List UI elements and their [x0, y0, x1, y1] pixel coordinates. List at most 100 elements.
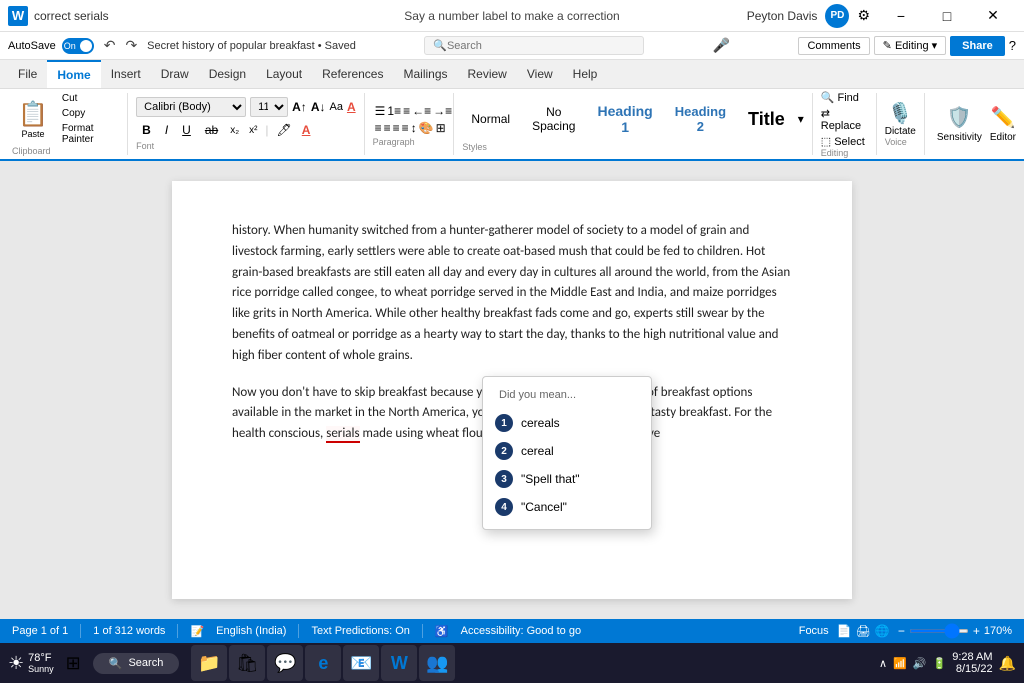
multilevel-button[interactable]: ≡	[403, 104, 410, 118]
taskbar-teams-button[interactable]: 💬	[267, 645, 303, 681]
taskbar-outlook-button[interactable]: 📧	[343, 645, 379, 681]
tab-view[interactable]: View	[517, 60, 563, 88]
shading-button[interactable]: 🎨	[419, 121, 434, 135]
taskbar-search[interactable]: 🔍 Search	[93, 653, 180, 674]
tab-mailings[interactable]: Mailings	[393, 60, 457, 88]
mic-button[interactable]: 🎤	[713, 37, 730, 54]
taskbar-explorer-button[interactable]: 📁	[191, 645, 227, 681]
zoom-slider[interactable]: − + 170%	[898, 624, 1012, 638]
popup-header: Did you mean...	[483, 385, 651, 409]
sensitivity-button[interactable]: 🛡️	[947, 105, 972, 130]
share-button[interactable]: Share	[950, 36, 1005, 56]
volume-icon: 🔊	[913, 657, 927, 670]
suggestion-text-4: "Cancel"	[521, 500, 567, 514]
indent-decrease-button[interactable]: ←≡	[412, 104, 431, 118]
search-area[interactable]: 🔍	[424, 36, 644, 55]
indent-increase-button[interactable]: →≡	[433, 104, 452, 118]
tab-review[interactable]: Review	[458, 60, 517, 88]
format-painter-button[interactable]: Format Painter	[58, 122, 119, 146]
tab-help[interactable]: Help	[563, 60, 608, 88]
subscript-button[interactable]: x₂	[226, 124, 243, 137]
font-color-button[interactable]: A	[298, 122, 315, 138]
tab-layout[interactable]: Layout	[256, 60, 312, 88]
read-view-button[interactable]: 📄	[837, 624, 852, 638]
style-title-button[interactable]: Title	[739, 104, 794, 135]
editor-button[interactable]: ✏️	[990, 105, 1015, 130]
bullets-button[interactable]: ☰	[375, 104, 386, 118]
align-left-button[interactable]: ≡	[375, 121, 382, 135]
suggestion-item-3[interactable]: 3 "Spell that"	[483, 465, 651, 493]
tab-insert[interactable]: Insert	[101, 60, 151, 88]
suggestion-item-1[interactable]: 1 cereals	[483, 409, 651, 437]
autosave-toggle[interactable]: On	[62, 38, 94, 54]
maximize-button[interactable]: □	[924, 0, 970, 32]
tab-file[interactable]: File	[8, 60, 47, 88]
suggestion-item-4[interactable]: 4 "Cancel"	[483, 493, 651, 521]
editing-dropdown[interactable]: ✎ Editing ▾	[874, 36, 947, 55]
weather-condition: Sunny	[28, 664, 54, 674]
sensitivity-section: 🛡️ Sensitivity	[937, 105, 982, 143]
copy-button[interactable]: Copy	[58, 107, 119, 120]
italic-button[interactable]: I	[159, 121, 174, 139]
clear-format-button[interactable]: A	[347, 100, 356, 114]
web-view-button[interactable]: 🌐	[875, 624, 890, 638]
paste-button[interactable]: 📋 Paste	[12, 98, 54, 141]
styles-more-button[interactable]: ▾	[798, 112, 804, 126]
align-center-button[interactable]: ≡	[384, 121, 391, 135]
tab-design[interactable]: Design	[199, 60, 256, 88]
font-size-select[interactable]: 11	[250, 97, 288, 117]
shrink-font-button[interactable]: A↓	[311, 100, 326, 114]
change-case-button[interactable]: Aa	[329, 101, 342, 113]
comments-button[interactable]: Comments	[798, 37, 869, 55]
font-name-select[interactable]: Calibri (Body)	[136, 97, 246, 117]
tab-home[interactable]: Home	[47, 60, 100, 88]
underline-button[interactable]: U	[176, 121, 197, 139]
tab-references[interactable]: References	[312, 60, 393, 88]
select-button[interactable]: ⬚ Select	[821, 135, 868, 148]
style-no-spacing-button[interactable]: No Spacing	[523, 100, 584, 138]
text-highlight-button[interactable]: 🖊	[273, 122, 296, 138]
dictate-button[interactable]: 🎙️	[888, 101, 913, 126]
align-right-button[interactable]: ≡	[393, 121, 400, 135]
notification-button[interactable]: 🔔	[999, 655, 1016, 672]
suggestion-num-4: 4	[495, 498, 513, 516]
suggestion-item-2[interactable]: 2 cereal	[483, 437, 651, 465]
superscript-button[interactable]: x²	[245, 124, 261, 137]
strikethrough-button[interactable]: ab	[199, 121, 224, 139]
tab-draw[interactable]: Draw	[151, 60, 199, 88]
grow-font-button[interactable]: A↑	[292, 100, 307, 114]
language: English (India)	[216, 625, 286, 637]
taskbar-edge-button[interactable]: e	[305, 645, 341, 681]
borders-button[interactable]: ⊞	[436, 121, 446, 135]
show-hidden-icons-button[interactable]: ∧	[879, 657, 887, 670]
search-icon: 🔍	[433, 39, 447, 52]
editing-section-label: Editing	[821, 148, 849, 158]
style-heading2-button[interactable]: Heading 2	[666, 99, 735, 139]
style-normal-button[interactable]: Normal	[462, 107, 519, 131]
taskbar-people-button[interactable]: 👥	[419, 645, 455, 681]
suggestion-num-3: 3	[495, 470, 513, 488]
print-view-button[interactable]: 🖨	[856, 624, 871, 638]
close-button[interactable]: ✕	[970, 0, 1016, 32]
help-icon-button[interactable]: ?	[1009, 38, 1016, 53]
line-spacing-button[interactable]: ↕	[411, 121, 417, 135]
redo-button[interactable]: ↷	[121, 35, 141, 56]
justify-button[interactable]: ≡	[402, 121, 409, 135]
style-heading1-button[interactable]: Heading 1	[589, 98, 662, 140]
search-input[interactable]	[447, 40, 635, 52]
taskbar-word-button[interactable]: W	[381, 645, 417, 681]
replace-button[interactable]: ⇄ Replace	[821, 107, 868, 132]
taskbar-store-button[interactable]: 🛍	[229, 645, 265, 681]
zoom-range-input[interactable]	[909, 629, 969, 633]
start-button[interactable]: ⊞	[58, 649, 89, 678]
cut-button[interactable]: Cut	[58, 92, 119, 105]
find-button[interactable]: 🔍 Find	[821, 91, 868, 104]
minimize-button[interactable]: −	[878, 0, 924, 32]
accessibility: Accessibility: Good to go	[461, 625, 581, 637]
time-date[interactable]: 9:28 AM 8/15/22	[952, 651, 992, 675]
numbering-button[interactable]: 1≡	[387, 104, 401, 118]
settings-button[interactable]: ⚙	[857, 7, 870, 24]
bold-button[interactable]: B	[136, 121, 157, 139]
focus-button[interactable]: Focus	[799, 625, 829, 637]
undo-button[interactable]: ↶	[100, 35, 120, 56]
